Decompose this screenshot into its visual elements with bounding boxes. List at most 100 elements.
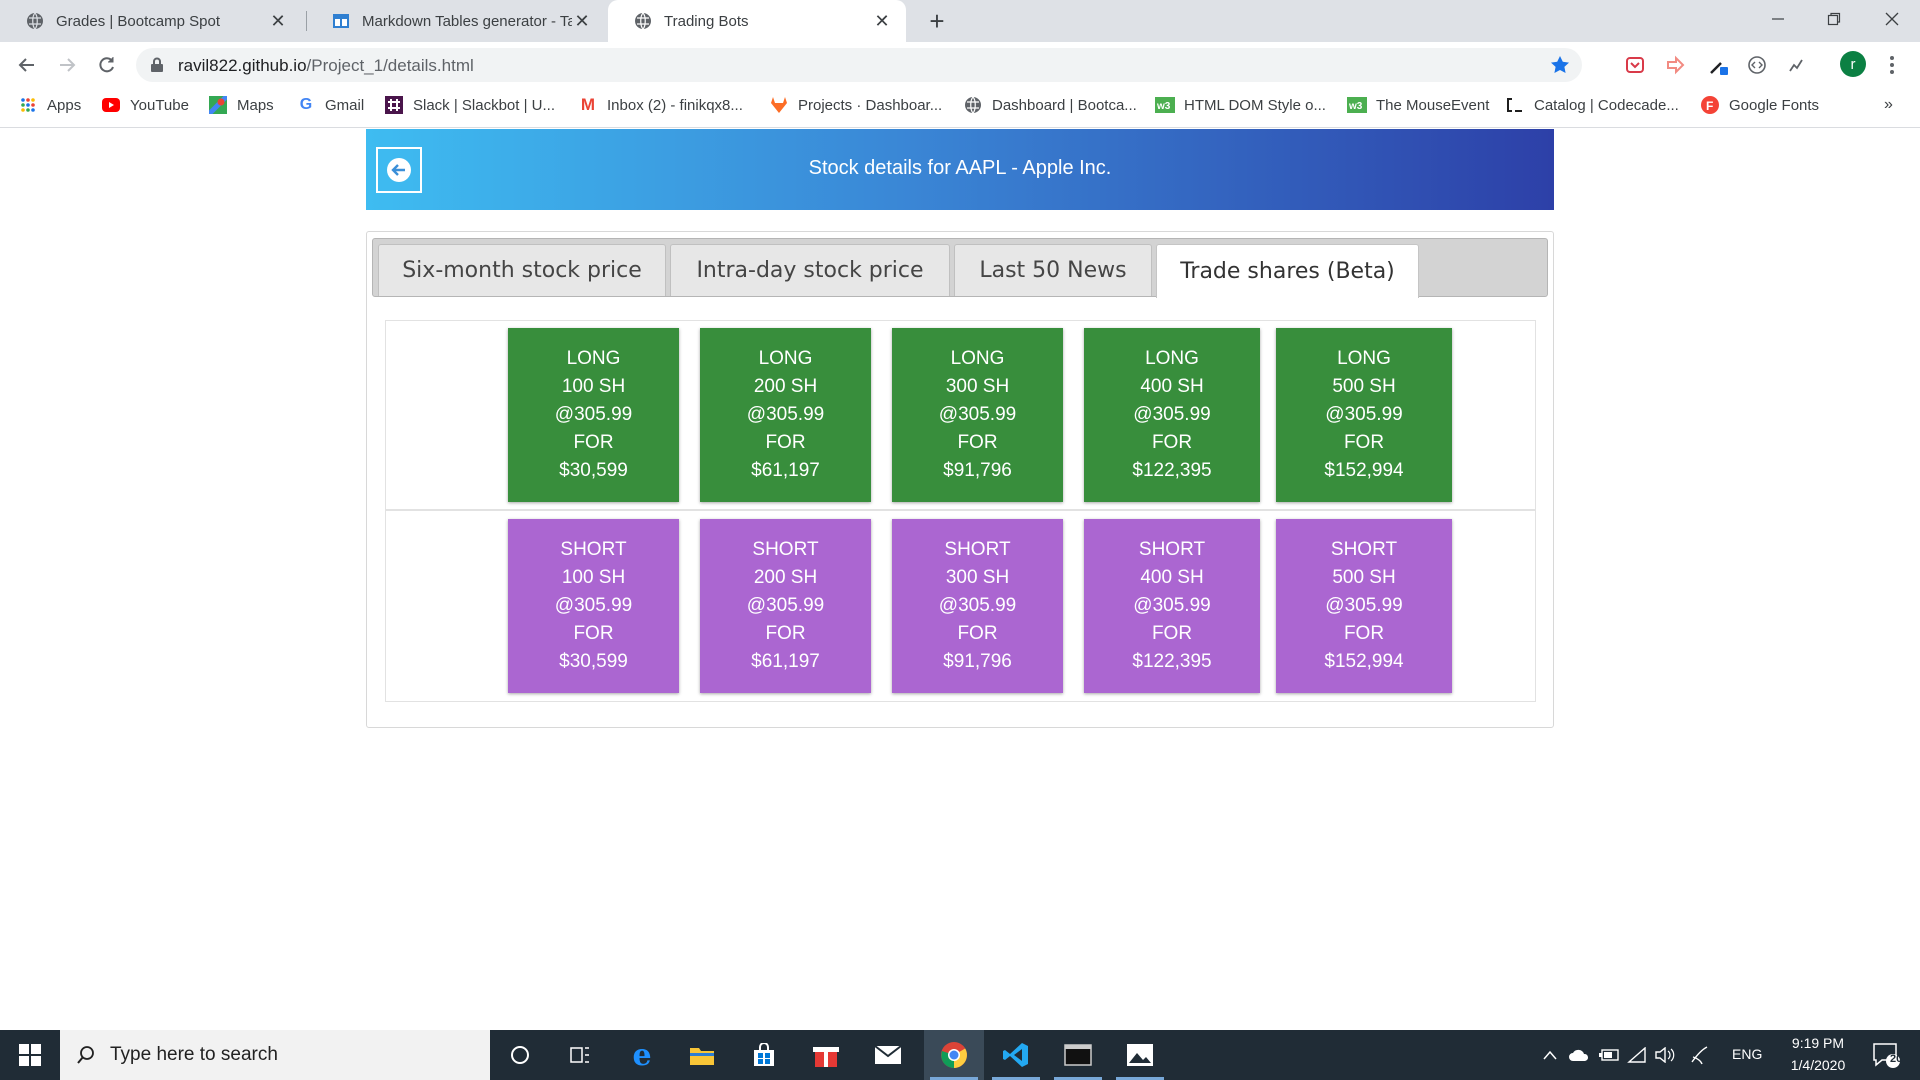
bookmark-youtube[interactable]: YouTube [101,88,189,122]
tab-six-month-stock-price[interactable]: Six-month stock price [378,244,666,296]
taskbar-edge[interactable]: e [612,1030,672,1080]
minimize-button[interactable] [1750,0,1806,38]
trade-grid: LONG 100 SH @305.99 FOR $30,599 LONG 200… [385,320,1536,702]
trade-total: $61,197 [751,460,820,481]
tray-wifi[interactable] [1624,1030,1650,1080]
extension-eyedropper-icon[interactable] [1707,53,1731,77]
long-400-button[interactable]: LONG 400 SH @305.99 FOR $122,395 [1084,328,1260,502]
long-500-button[interactable]: LONG 500 SH @305.99 FOR $152,994 [1276,328,1452,502]
trade-for: FOR [573,623,614,644]
close-icon[interactable]: ✕ [872,11,892,32]
short-200-button[interactable]: SHORT 200 SH @305.99 FOR $61,197 [700,519,871,693]
short-400-button[interactable]: SHORT 400 SH @305.99 FOR $122,395 [1084,519,1260,693]
bookmark-label: Apps [47,96,82,114]
bookmark-gmail[interactable]: G Gmail [296,88,364,122]
short-300-button[interactable]: SHORT 300 SH @305.99 FOR $91,796 [892,519,1063,693]
bookmark-label: Slack | Slackbot | U... [413,96,556,114]
w3schools-icon: w3 [1155,96,1175,114]
trade-side: LONG [758,348,813,369]
details-tabs: Six-month stock price Intra-day stock pr… [372,238,1548,298]
start-button[interactable] [0,1030,60,1080]
bookmark-maps[interactable]: Maps [208,88,274,122]
restore-button[interactable] [1806,0,1862,38]
extension-pocket-icon[interactable] [1623,53,1647,77]
trade-side: SHORT [1330,539,1398,560]
long-300-button[interactable]: LONG 300 SH @305.99 FOR $91,796 [892,328,1063,502]
taskbar-vscode[interactable] [986,1030,1046,1080]
extension-code-icon[interactable] [1745,53,1769,77]
extension-share-icon[interactable] [1663,53,1687,77]
extension-pen-icon[interactable] [1785,53,1809,77]
browser-tab[interactable]: Markdown Tables generator - Tab ✕ [306,0,606,42]
bookmark-codecademy[interactable]: Catalog | Codecade... [1505,88,1679,122]
browser-menu-button[interactable] [1880,53,1904,77]
tab-intra-day-stock-price[interactable]: Intra-day stock price [670,244,950,296]
cortana-button[interactable] [490,1030,550,1080]
short-500-button[interactable]: SHORT 500 SH @305.99 FOR $152,994 [1276,519,1452,693]
trade-price: @305.99 [554,595,633,616]
bookmark-star-icon[interactable] [1550,55,1570,75]
tray-onedrive[interactable] [1566,1030,1592,1080]
new-tab-button[interactable]: + [922,6,952,37]
tab-last-50-news[interactable]: Last 50 News [954,244,1152,296]
language-indicator[interactable]: ENG [1732,1046,1762,1062]
bookmark-mouseevent[interactable]: w3 The MouseEvent [1347,88,1489,122]
action-center-button[interactable]: 20 [1862,1030,1910,1080]
reload-icon [99,57,114,73]
task-view-button[interactable] [550,1030,610,1080]
youtube-icon [101,96,121,114]
bookmark-apps[interactable]: Apps [18,88,81,122]
trade-shares: 500 SH [1332,567,1396,588]
bookmark-slack[interactable]: Slack | Slackbot | U... [384,88,555,122]
chrome-icon [941,1042,967,1068]
cortana-circle-icon [511,1046,529,1064]
taskbar-photos[interactable] [1110,1030,1170,1080]
browser-tab-active[interactable]: Trading Bots ✕ [608,0,906,42]
clock-date[interactable]: 1/4/2020 [1782,1057,1854,1073]
page-content: Stock details for AAPL - Apple Inc. Six-… [0,129,1920,1030]
clock-time[interactable]: 9:19 PM [1786,1035,1850,1051]
browser-tab[interactable]: Grades | Bootcamp Spot ✕ [0,0,302,42]
tray-battery[interactable] [1596,1030,1622,1080]
address-bar[interactable]: ravil822.github.io/Project_1/details.htm… [136,48,1582,82]
trade-total: $122,395 [1132,651,1212,672]
trade-shares: 200 SH [753,567,818,588]
bookmarks-overflow-button[interactable]: » [1884,88,1893,122]
window-close-button[interactable] [1864,0,1920,38]
taskbar-search[interactable]: Type here to search [60,1030,490,1080]
tray-pen[interactable] [1686,1030,1714,1080]
close-icon[interactable]: ✕ [572,11,592,32]
trade-total: $152,994 [1324,460,1404,481]
battery-icon [1599,1049,1619,1061]
taskbar-gift[interactable] [796,1030,856,1080]
tab-trade-shares[interactable]: Trade shares (Beta) [1156,244,1419,298]
trade-side: SHORT [560,539,627,560]
taskbar-terminal[interactable] [1048,1030,1108,1080]
bookmark-gitlab[interactable]: Projects · Dashboar... [769,88,942,122]
minimize-icon [1772,18,1784,20]
reload-button[interactable] [92,50,122,80]
trade-side: LONG [566,348,621,369]
short-100-button[interactable]: SHORT 100 SH @305.99 FOR $30,599 [508,519,679,693]
tray-overflow-button[interactable] [1538,1030,1562,1080]
close-icon[interactable]: ✕ [268,11,288,32]
back-nav-button[interactable] [12,50,42,80]
wifi-icon [1627,1047,1646,1063]
bookmark-html-dom[interactable]: w3 HTML DOM Style o... [1155,88,1326,122]
taskbar-mail[interactable] [858,1030,918,1080]
gift-icon [813,1047,839,1067]
taskbar-chrome[interactable] [924,1030,984,1080]
taskbar-file-explorer[interactable] [672,1030,732,1080]
profile-avatar[interactable]: r [1840,51,1866,77]
bookmark-inbox[interactable]: M Inbox (2) - finikqx8... [578,88,743,122]
taskbar-store[interactable] [734,1030,794,1080]
stock-header-banner: Stock details for AAPL - Apple Inc. [366,129,1554,210]
terminal-icon [1064,1044,1092,1066]
long-200-button[interactable]: LONG 200 SH @305.99 FOR $61,197 [700,328,871,502]
bookmark-dashboard[interactable]: Dashboard | Bootca... [963,88,1137,122]
folder-icon [690,1048,714,1065]
long-100-button[interactable]: LONG 100 SH @305.99 FOR $30,599 [508,328,679,502]
forward-nav-button[interactable] [52,50,82,80]
bookmark-google-fonts[interactable]: F Google Fonts [1700,88,1819,122]
tray-volume[interactable] [1652,1030,1678,1080]
